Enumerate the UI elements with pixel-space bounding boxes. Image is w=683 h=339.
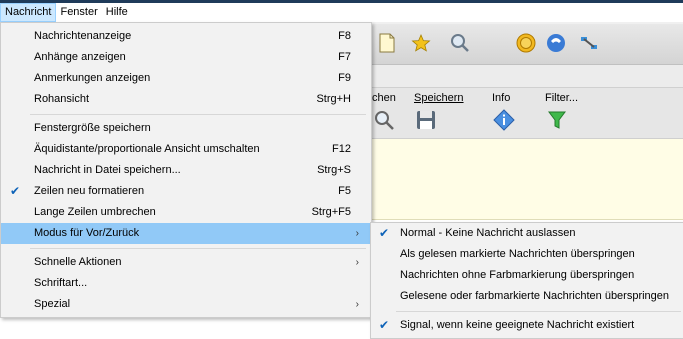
menu-item-shortcut: F5 <box>338 185 351 197</box>
check-icon: ✔ <box>10 184 21 198</box>
filter-button[interactable]: Filter... <box>545 92 578 132</box>
menu-item-rohansicht[interactable]: Rohansicht Strg+H <box>1 89 371 110</box>
menu-item-label: Fenstergröße speichern <box>34 122 151 134</box>
chevron-right-icon: › <box>355 299 359 310</box>
menu-item-shortcut: Strg+S <box>317 164 351 176</box>
info-button[interactable]: Info <box>492 92 516 132</box>
menu-item-shortcut: F12 <box>332 143 351 155</box>
menu-item-schnelle-aktionen[interactable]: Schnelle Aktionen › <box>1 252 371 273</box>
menu-item-nachricht-in-datei-speichern[interactable]: Nachricht in Datei speichern... Strg+S <box>1 160 371 181</box>
chevron-right-icon: › <box>355 257 359 268</box>
menu-item-shortcut: Strg+H <box>316 93 351 105</box>
menu-item-aequidistante-ansicht[interactable]: Äquidistante/proportionale Ansicht umsch… <box>1 139 371 160</box>
funnel-icon <box>548 111 566 129</box>
menu-item-shortcut: F7 <box>338 51 351 63</box>
menu-item-fenstergroesse-speichern[interactable]: Fenstergröße speichern <box>1 118 371 139</box>
menu-item-shortcut: F8 <box>338 30 351 42</box>
submenu-item-label: Gelesene oder farbmarkierte Nachrichten … <box>400 290 670 302</box>
menu-item-modus-vor-zurueck[interactable]: Modus für Vor/Zurück › <box>1 223 371 244</box>
menu-item-spezial[interactable]: Spezial › <box>1 294 371 315</box>
menu-item-label: Modus für Vor/Zurück <box>34 227 140 239</box>
modus-submenu: ✔ Normal - Keine Nachricht auslassen Als… <box>370 222 683 339</box>
menu-separator <box>30 248 366 249</box>
menu-item-anmerkungen-anzeigen[interactable]: Anmerkungen anzeigen F9 <box>1 68 371 89</box>
menu-item-anhaenge-anzeigen[interactable]: Anhänge anzeigen F7 <box>1 47 371 68</box>
new-document-icon[interactable] <box>376 32 398 54</box>
save-label: Speichern <box>414 92 464 104</box>
menu-item-label: Schnelle Aktionen <box>34 256 122 268</box>
menu-item-label: Zeilen neu formatieren <box>34 185 145 197</box>
star-icon[interactable] <box>410 32 432 54</box>
menu-separator <box>30 114 366 115</box>
submenu-item-ohne-farbmarkierung[interactable]: Nachrichten ohne Farbmarkierung überspri… <box>371 265 683 286</box>
menu-item-label: Anmerkungen anzeigen <box>34 72 151 84</box>
menu-nachricht[interactable]: Nachricht <box>0 3 57 22</box>
menu-hilfe[interactable]: Hilfe <box>102 3 132 22</box>
check-icon: ✔ <box>379 226 390 240</box>
menu-item-schriftart[interactable]: Schriftart... <box>1 273 371 294</box>
search-icon[interactable] <box>449 32 471 54</box>
submenu-item-label: Signal, wenn keine geeignete Nachricht e… <box>400 319 635 331</box>
info-icon <box>493 109 515 131</box>
menu-item-shortcut: F9 <box>338 72 351 84</box>
floppy-disk-icon <box>417 111 435 129</box>
menu-item-shortcut: Strg+F5 <box>311 206 351 218</box>
submenu-item-normal[interactable]: ✔ Normal - Keine Nachricht auslassen <box>371 223 683 244</box>
menu-fenster[interactable]: Fenster <box>56 3 101 22</box>
submenu-item-label: Normal - Keine Nachricht auslassen <box>400 227 576 239</box>
chevron-right-icon: › <box>355 228 359 239</box>
menu-item-label: Nachricht in Datei speichern... <box>34 164 181 176</box>
menu-item-label: Anhänge anzeigen <box>34 51 126 63</box>
menu-item-label: Lange Zeilen umbrechen <box>34 206 156 218</box>
check-icon: ✔ <box>379 318 390 332</box>
nachricht-dropdown-menu: Nachrichtenanzeige F8 Anhänge anzeigen F… <box>0 22 372 318</box>
filter-label: Filter... <box>545 92 579 104</box>
menu-item-label: Schriftart... <box>34 277 88 289</box>
magnifier-icon <box>375 111 394 130</box>
menubar: Nachricht Fenster Hilfe <box>0 3 683 22</box>
satellite-icon[interactable] <box>578 32 600 54</box>
submenu-item-gelesene-oder-farbmarkierte[interactable]: Gelesene oder farbmarkierte Nachrichten … <box>371 286 683 307</box>
submenu-item-label: Nachrichten ohne Farbmarkierung überspri… <box>400 269 635 281</box>
menu-item-label: Äquidistante/proportionale Ansicht umsch… <box>34 143 260 155</box>
menu-item-label: Nachrichtenanzeige <box>34 30 132 42</box>
menu-item-lange-zeilen-umbrechen[interactable]: Lange Zeilen umbrechen Strg+F5 <box>1 202 371 223</box>
info-label: Info <box>492 92 511 104</box>
coins-icon[interactable] <box>515 32 537 54</box>
submenu-item-label: Als gelesen markierte Nachrichten übersp… <box>400 248 635 260</box>
search-messages-label: chen <box>372 92 396 104</box>
menu-item-nachrichtenanzeige[interactable]: Nachrichtenanzeige F8 <box>1 26 371 47</box>
save-button[interactable]: Speichern <box>414 92 464 132</box>
menu-item-label: Spezial <box>34 298 71 310</box>
submenu-separator <box>396 311 681 312</box>
menu-item-label: Rohansicht <box>34 93 90 105</box>
search-messages-button[interactable]: chen <box>372 92 396 132</box>
phone-globe-icon[interactable] <box>545 32 567 54</box>
submenu-item-signal[interactable]: ✔ Signal, wenn keine geeignete Nachricht… <box>371 315 683 336</box>
submenu-item-gelesen-ueberspringen[interactable]: Als gelesen markierte Nachrichten übersp… <box>371 244 683 265</box>
menu-item-zeilen-neu-formatieren[interactable]: ✔ Zeilen neu formatieren F5 <box>1 181 371 202</box>
